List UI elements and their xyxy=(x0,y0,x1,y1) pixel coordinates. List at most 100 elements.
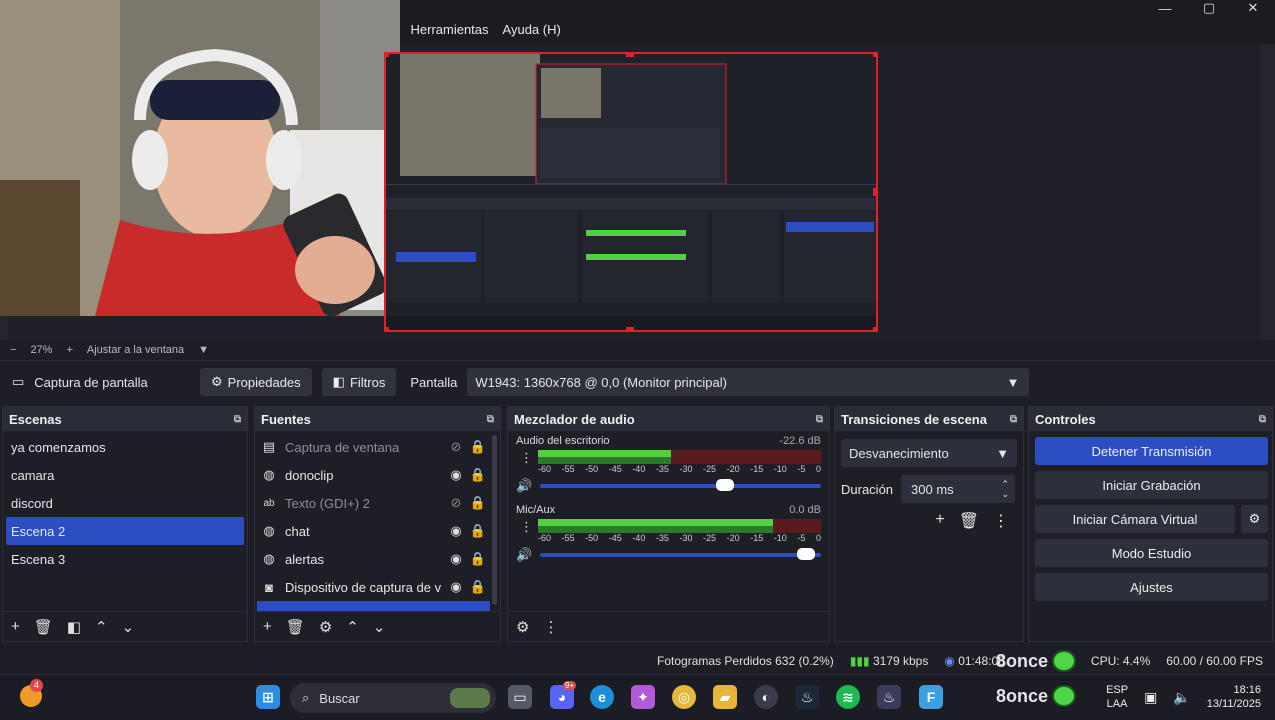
source-item[interactable]: ◙ Dispositivo de captura de v ◉ 🔒 xyxy=(255,573,500,601)
volume-knob[interactable] xyxy=(715,479,734,491)
volume-knob[interactable] xyxy=(797,548,816,560)
lock-icon[interactable]: 🔒 xyxy=(467,551,489,567)
menu-dots-icon[interactable]: ⋮ xyxy=(993,511,1009,531)
stop-stream-button[interactable]: Detener Transmisión xyxy=(1035,437,1268,465)
volume-slider[interactable] xyxy=(540,479,821,491)
studio-mode-button[interactable]: Modo Estudio xyxy=(1035,539,1268,567)
steam-icon[interactable]: ♨ xyxy=(795,685,819,709)
add-scene-icon[interactable]: + xyxy=(11,618,20,635)
globe-icon: ◍ xyxy=(263,523,275,538)
undock-icon[interactable]: ⧉ xyxy=(487,414,494,425)
eye-icon[interactable]: ◉ xyxy=(445,467,467,483)
screen-capture-source[interactable] xyxy=(384,52,878,332)
speaker-icon[interactable]: 🔊 xyxy=(516,547,532,563)
eye-hidden-icon[interactable]: ⊘ xyxy=(445,495,467,511)
scene-item[interactable]: camara xyxy=(3,461,247,489)
lock-icon[interactable]: 🔒 xyxy=(467,439,489,455)
delete-scene-icon[interactable]: 🗑 xyxy=(34,618,53,636)
lock-icon[interactable]: 🔒 xyxy=(467,467,489,483)
add-source-icon[interactable]: + xyxy=(263,618,272,635)
undock-icon[interactable]: ⧉ xyxy=(1259,414,1266,425)
screen-capture-image xyxy=(386,54,876,330)
file-explorer-icon[interactable]: ▰ xyxy=(713,685,737,709)
move-down-icon[interactable]: ⌄ xyxy=(373,618,386,636)
chevron-down-icon[interactable]: ▼ xyxy=(198,344,209,356)
properties-button[interactable]: ⚙ Propiedades xyxy=(200,368,312,396)
menu-ayuda[interactable]: Ayuda (H) xyxy=(503,22,561,37)
source-item[interactable]: ab Texto (GDI+) 2 ⊘ 🔒 xyxy=(255,489,500,517)
source-settings-icon[interactable]: ⚙ xyxy=(319,618,332,636)
spinner-icon[interactable]: ⌃ ⌄ xyxy=(1001,479,1009,499)
virtual-cam-button[interactable]: Iniciar Cámara Virtual xyxy=(1035,505,1235,533)
overlay-logo-text: 8once xyxy=(996,650,1049,671)
speaker-icon[interactable]: 🔊 xyxy=(516,478,532,494)
chevron-down-icon: ▼ xyxy=(996,445,1009,461)
scrollbar[interactable] xyxy=(492,435,497,605)
scene-item[interactable]: discord xyxy=(3,489,247,517)
undock-icon[interactable]: ⧉ xyxy=(816,414,823,425)
filters-button[interactable]: ◧ Filtros xyxy=(321,368,397,396)
maximize-icon[interactable]: ▢ xyxy=(1199,0,1219,16)
clock[interactable]: 18:16 13/11/2025 xyxy=(1207,683,1261,711)
taskbar-search[interactable]: ⌕ Buscar xyxy=(290,683,496,713)
chrome-icon[interactable]: ◎ xyxy=(672,685,696,709)
network-icon[interactable]: ▣ xyxy=(1144,689,1157,706)
undock-icon[interactable]: ⧉ xyxy=(1010,414,1017,425)
scene-filters-icon[interactable]: ◧ xyxy=(67,618,81,636)
duration-input[interactable]: 300 ms ⌃ ⌄ xyxy=(901,475,1016,503)
start-recording-button[interactable]: Iniciar Grabación xyxy=(1035,471,1268,499)
channel-db: 0.0 dB xyxy=(789,504,821,516)
task-view-icon[interactable]: ▭ xyxy=(508,685,532,709)
delete-source-icon[interactable]: 🗑 xyxy=(286,618,305,636)
move-up-icon[interactable]: ⌃ xyxy=(346,618,359,636)
language-indicator[interactable]: ESP LAA xyxy=(1106,683,1128,711)
scene-item-active[interactable]: Escena 2 xyxy=(6,517,244,545)
close-icon[interactable]: ✕ xyxy=(1243,0,1263,16)
eye-icon[interactable]: ◉ xyxy=(445,551,467,567)
spotify-icon[interactable]: ≋ xyxy=(836,685,860,709)
lock-icon[interactable]: 🔒 xyxy=(467,523,489,539)
source-item[interactable]: ◍ donoclip ◉ 🔒 xyxy=(255,461,500,489)
zoom-out-icon[interactable]: − xyxy=(10,344,16,356)
menu-herramientas[interactable]: Herramientas xyxy=(411,22,489,37)
menu-dots-icon[interactable]: ⋮ xyxy=(520,519,533,535)
mixer-channels: Audio del escritorio -22.6 dB ⋮ -60 -55 -5… xyxy=(508,431,829,613)
scene-item[interactable]: ya comenzamos xyxy=(3,433,247,461)
transition-select[interactable]: Desvanecimiento ▼ xyxy=(841,439,1017,467)
menu-dots-icon[interactable]: ⋮ xyxy=(543,618,558,636)
move-up-icon[interactable]: ⌃ xyxy=(95,618,108,636)
settings-button[interactable]: Ajustes xyxy=(1035,573,1268,601)
move-down-icon[interactable]: ⌄ xyxy=(122,618,135,636)
copilot-icon[interactable]: ✦ xyxy=(631,685,655,709)
advanced-audio-icon[interactable]: ⚙ xyxy=(516,618,529,636)
tick-label: -30 xyxy=(679,533,693,543)
mixer-channel: Mic/Aux 0.0 dB ⋮ -60 -55 -50 -45 -40 -35 -30 -2… xyxy=(508,500,829,567)
windows-start-icon[interactable]: ⊞ xyxy=(256,685,280,709)
lock-icon[interactable]: 🔒 xyxy=(467,579,489,595)
minimize-icon[interactable]: — xyxy=(1155,1,1175,16)
eye-icon[interactable]: ◉ xyxy=(445,523,467,539)
edge-icon[interactable]: e xyxy=(590,685,614,709)
display-select[interactable]: W1943: 1360x768 @ 0,0 (Monitor principal… xyxy=(467,368,1030,396)
fit-to-window-button[interactable]: Ajustar a la ventana xyxy=(87,344,184,356)
source-item[interactable]: ◍ alertas ◉ 🔒 xyxy=(255,545,500,573)
steam-active-icon[interactable]: ♨ xyxy=(877,685,901,709)
mixer-title: Mezclador de audio xyxy=(514,411,635,427)
volume-icon[interactable]: 🔈 xyxy=(1173,689,1190,706)
virtual-cam-settings-button[interactable]: ⚙ xyxy=(1241,505,1268,533)
delete-transition-icon[interactable]: 🗑 xyxy=(959,511,979,531)
eye-icon[interactable]: ◉ xyxy=(445,579,467,595)
zoom-in-icon[interactable]: + xyxy=(66,344,72,356)
obs-icon[interactable]: ◐ xyxy=(754,685,778,709)
eye-hidden-icon[interactable]: ⊘ xyxy=(445,439,467,455)
volume-slider[interactable] xyxy=(540,548,821,560)
scene-item[interactable]: Escena 3 xyxy=(3,545,247,573)
source-item[interactable]: ▤ Captura de ventana ⊘ 🔒 xyxy=(255,433,500,461)
lock-icon[interactable]: 🔒 xyxy=(467,495,489,511)
undock-icon[interactable]: ⧉ xyxy=(234,414,241,425)
source-item[interactable]: ◍ chat ◉ 🔒 xyxy=(255,517,500,545)
add-transition-icon[interactable]: + xyxy=(935,511,944,531)
app-f-icon[interactable]: F xyxy=(919,685,943,709)
menu-dots-icon[interactable]: ⋮ xyxy=(520,450,533,466)
source-item-selected-partial[interactable] xyxy=(257,601,490,611)
